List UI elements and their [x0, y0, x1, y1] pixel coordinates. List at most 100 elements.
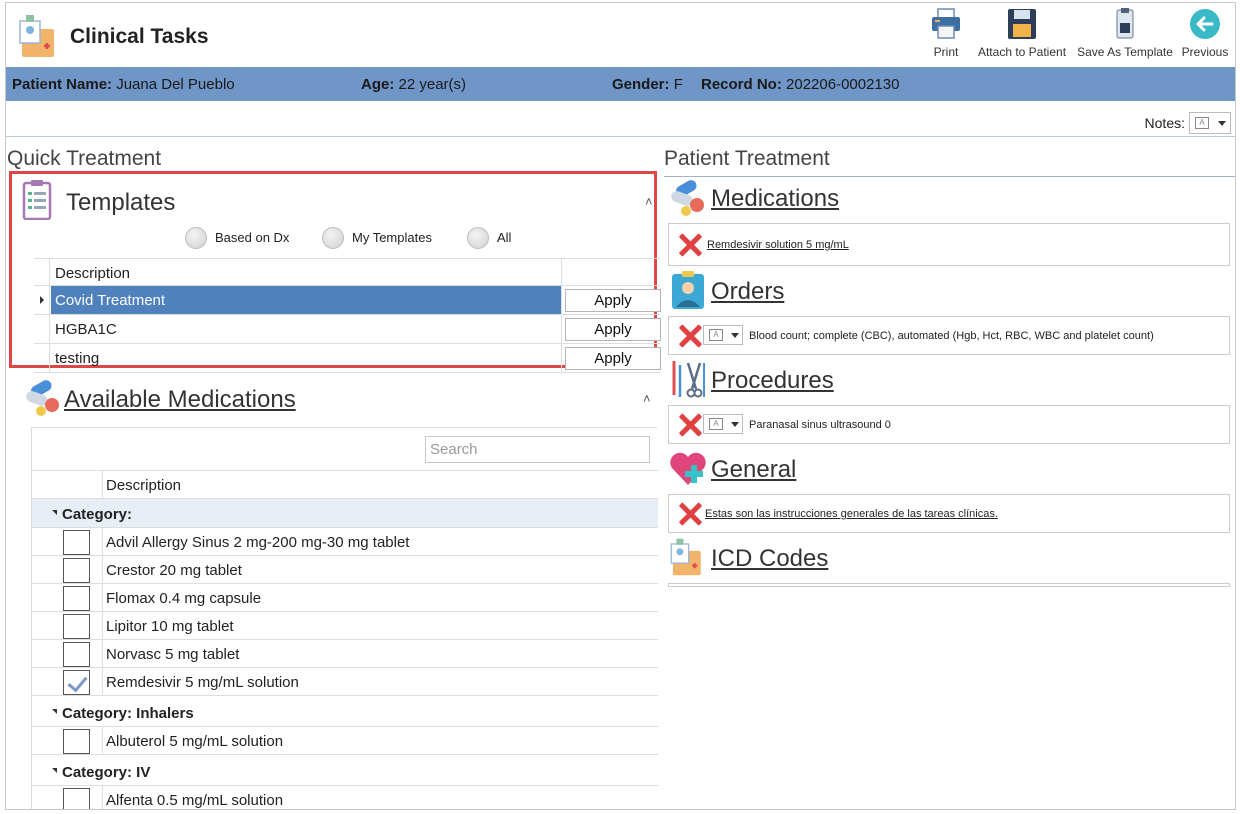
apply-button[interactable]: Apply — [565, 289, 661, 312]
medication-row[interactable]: Crestor 20 mg tablet — [32, 556, 658, 584]
app-title: Clinical Tasks — [70, 25, 209, 48]
surgical-tools-icon — [672, 361, 705, 398]
clipboard-save-icon — [1116, 8, 1134, 39]
clinical-folder-icon — [19, 15, 54, 57]
checkbox[interactable] — [63, 788, 90, 809]
category-group-row[interactable]: Category: IV — [32, 757, 658, 786]
template-clipboard-icon — [22, 180, 52, 220]
pills-icon — [26, 380, 59, 416]
icd-codes-heading[interactable]: ICD Codes — [711, 545, 828, 573]
checkbox[interactable] — [63, 614, 90, 639]
note-doc-icon: A — [709, 418, 723, 430]
medications-grid-header: Description — [32, 470, 658, 499]
category-group-row[interactable]: Category: — [32, 499, 658, 528]
current-row-indicator-icon — [40, 296, 44, 304]
chevron-down-icon — [1218, 121, 1226, 126]
collapse-medications-icon[interactable]: ˄ — [643, 391, 651, 406]
clinical-tasks-window: Clinical Tasks Print Attach to Patient S… — [5, 2, 1236, 810]
checkbox[interactable] — [63, 729, 90, 754]
order-note-dropdown[interactable]: A — [703, 325, 743, 345]
patient-info-bar: Patient Name: Juana Del Pueblo Age: 22 y… — [6, 67, 1235, 101]
procedure-item-text: Paranasal sinus ultrasound 0 — [749, 419, 891, 431]
patient-gender: Gender: F — [612, 76, 683, 93]
column-header-description: Description — [106, 477, 182, 494]
checkbox-checked[interactable] — [63, 670, 90, 695]
templates-grid-header: Description — [34, 258, 660, 286]
medication-row[interactable]: Flomax 0.4 mg capsule — [32, 584, 658, 612]
print-label: Print — [933, 45, 959, 59]
medications-heading[interactable]: Medications — [711, 185, 839, 213]
checkbox[interactable] — [63, 558, 90, 583]
notes-label: Notes: — [1144, 115, 1185, 131]
attach-to-patient-button[interactable]: Attach to Patient — [975, 7, 1069, 59]
template-row[interactable]: testing Apply — [34, 344, 661, 373]
previous-button[interactable]: Previous — [1181, 7, 1229, 59]
checkbox[interactable] — [63, 586, 90, 611]
general-instructions-link[interactable]: Estas son las instrucciones generales de… — [705, 508, 998, 520]
procedures-box: A Paranasal sinus ultrasound 0 — [668, 405, 1230, 444]
collapse-triangle-icon[interactable] — [52, 709, 57, 714]
collapse-triangle-icon[interactable] — [52, 510, 57, 515]
templates-title: Templates — [66, 189, 176, 216]
medication-row[interactable]: Remdesivir 5 mg/mL solution — [32, 668, 658, 696]
save-as-template-label: Save As Template — [1077, 45, 1173, 59]
orders-heading[interactable]: Orders — [711, 278, 784, 306]
chevron-down-icon — [731, 333, 739, 338]
radio-button[interactable] — [467, 227, 489, 249]
quick-treatment-title: Quick Treatment — [7, 147, 162, 170]
orders-box: A Blood count; complete (CBC), automated… — [668, 316, 1230, 355]
print-button[interactable]: Print — [924, 7, 968, 59]
procedure-note-dropdown[interactable]: A — [703, 414, 743, 434]
radio-button[interactable] — [322, 227, 344, 249]
radio-button[interactable] — [185, 227, 207, 249]
checkbox[interactable] — [63, 642, 90, 667]
record-number: Record No: 202206-0002130 — [701, 76, 900, 93]
template-row[interactable]: Covid Treatment Apply — [34, 286, 661, 315]
remove-x-icon[interactable] — [677, 501, 703, 527]
column-header-description: Description — [55, 265, 131, 282]
notes-dropdown[interactable]: A — [1189, 112, 1231, 134]
medication-row[interactable]: Advil Allergy Sinus 2 mg-200 mg-30 mg ta… — [32, 528, 658, 556]
collapse-templates-icon[interactable]: ˄ — [645, 194, 653, 209]
medication-row[interactable]: Alfenta 0.5 mg/mL solution — [32, 786, 658, 809]
save-as-template-button[interactable]: Save As Template — [1077, 7, 1173, 59]
templates-panel: Templates ˄ Based on Dx My Templates All… — [9, 171, 661, 373]
available-medications-title[interactable]: Available Medications — [64, 386, 296, 414]
template-row[interactable]: HGBA1C Apply — [34, 315, 661, 344]
pills-icon — [671, 180, 704, 216]
procedures-heading[interactable]: Procedures — [711, 367, 834, 395]
doctor-badge-icon — [672, 271, 704, 309]
attach-to-patient-label: Attach to Patient — [977, 45, 1067, 59]
general-box: Estas son las instrucciones generales de… — [668, 494, 1230, 533]
available-medications-grid: Search Description Category: Advil Aller… — [31, 427, 658, 809]
collapse-triangle-icon[interactable] — [52, 768, 57, 773]
medication-row[interactable]: Lipitor 10 mg tablet — [32, 612, 658, 640]
note-doc-icon: A — [709, 329, 723, 341]
medications-box: Remdesivir solution 5 mg/mL — [668, 223, 1230, 266]
general-heading[interactable]: General — [711, 456, 796, 484]
remove-x-icon[interactable] — [677, 412, 703, 438]
medication-row[interactable]: Albuterol 5 mg/mL solution — [32, 727, 658, 755]
apply-button[interactable]: Apply — [565, 318, 661, 341]
clinical-folder-icon — [670, 538, 701, 576]
icd-codes-box — [668, 583, 1230, 587]
chevron-down-icon — [731, 422, 739, 427]
medication-row[interactable]: Norvasc 5 mg tablet — [32, 640, 658, 668]
divider — [664, 176, 1235, 177]
search-input[interactable]: Search — [425, 436, 650, 463]
remove-x-icon[interactable] — [677, 232, 703, 258]
app-header: Clinical Tasks Print Attach to Patient S… — [6, 3, 1235, 67]
patient-treatment-title: Patient Treatment — [664, 147, 830, 170]
category-group-row[interactable]: Category: Inhalers — [32, 698, 658, 727]
previous-label: Previous — [1181, 45, 1229, 59]
medication-item-link[interactable]: Remdesivir solution 5 mg/mL — [707, 239, 849, 251]
remove-x-icon[interactable] — [677, 323, 703, 349]
notes-row: Notes: A — [6, 107, 1235, 137]
apply-button[interactable]: Apply — [565, 347, 661, 370]
note-doc-icon: A — [1195, 117, 1209, 129]
order-item-text: Blood count; complete (CBC), automated (… — [749, 330, 1154, 342]
back-arrow-icon — [1190, 9, 1220, 39]
checkbox[interactable] — [63, 530, 90, 555]
save-disk-icon — [1008, 9, 1036, 39]
patient-age: Age: 22 year(s) — [361, 76, 467, 93]
